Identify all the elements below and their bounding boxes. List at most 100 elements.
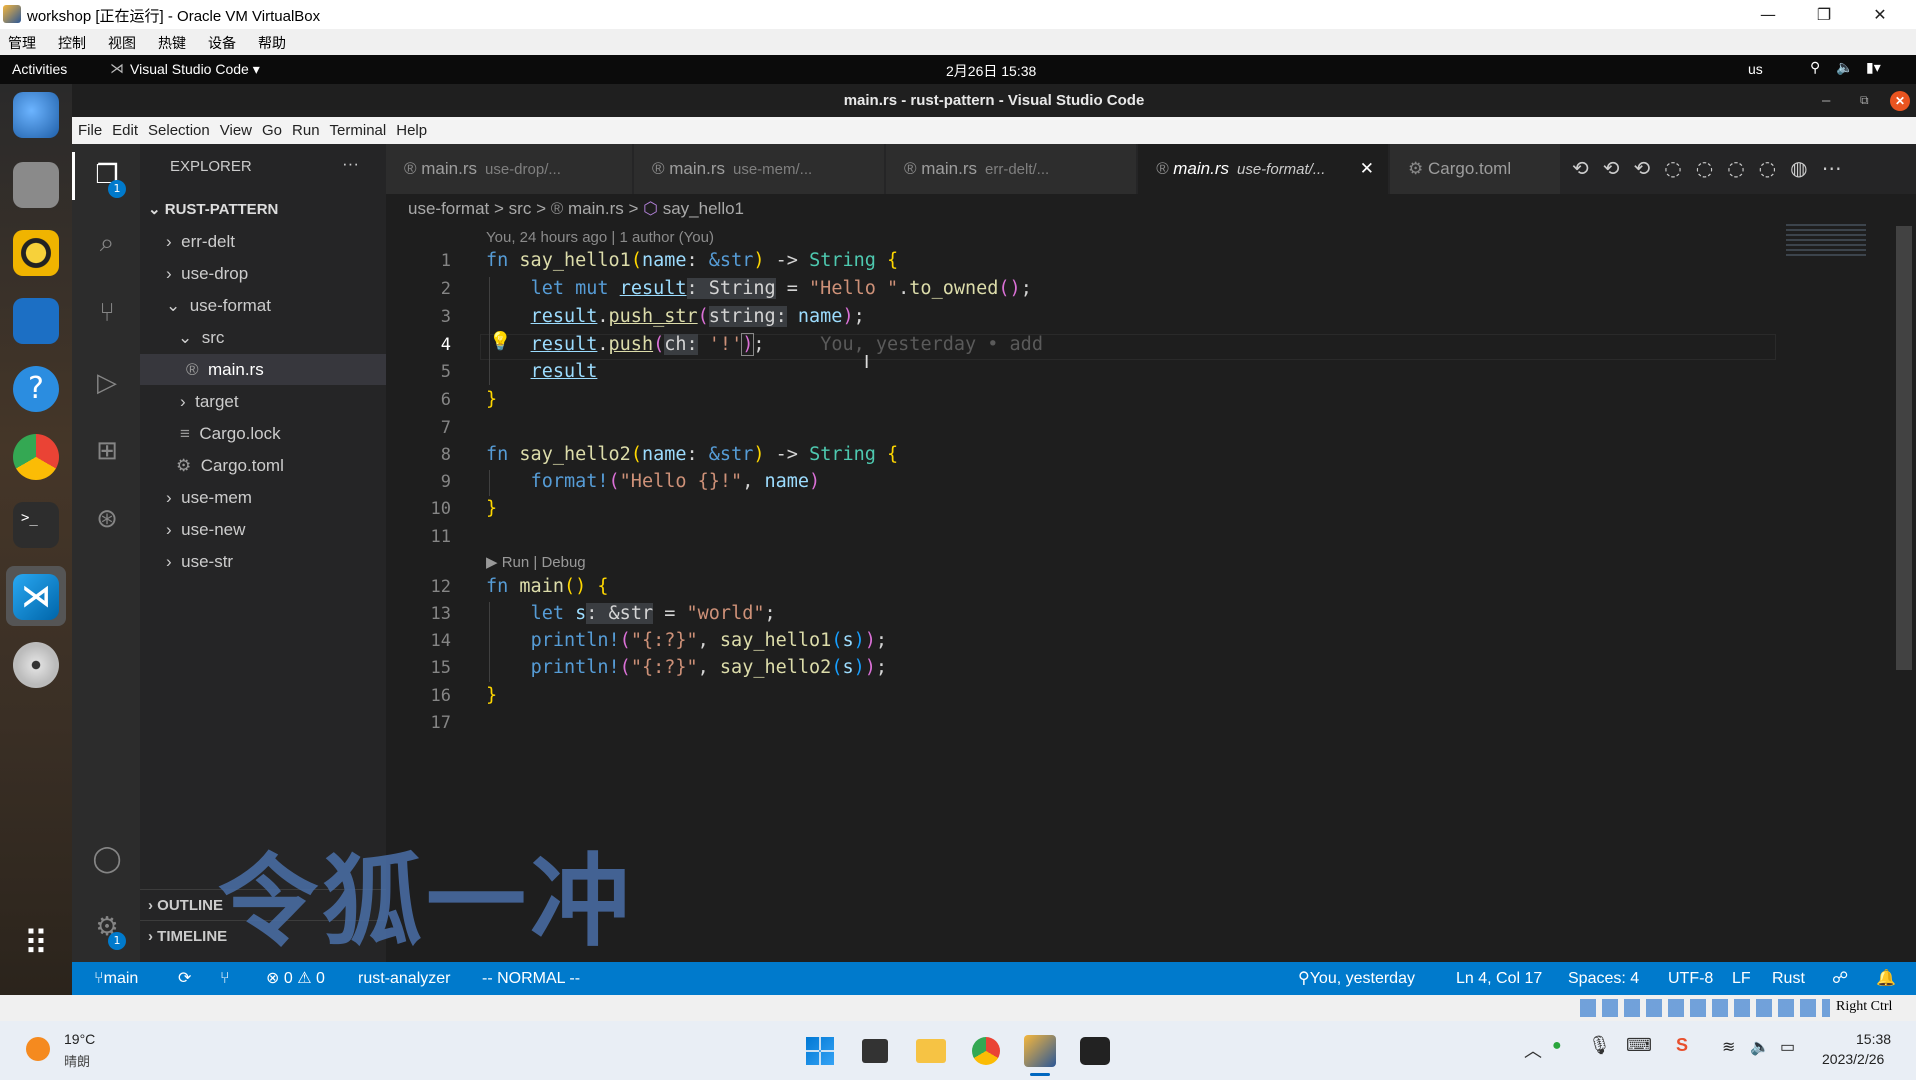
- vscode-icon[interactable]: ⋊: [13, 574, 59, 620]
- tab-cargo-toml[interactable]: ⚙ Cargo.toml: [1390, 144, 1560, 194]
- tree-item-cargo-toml[interactable]: ⚙ Cargo.toml: [140, 450, 386, 481]
- vs-maximize-icon[interactable]: ⧉: [1860, 84, 1869, 117]
- restore-button[interactable]: ❐: [1796, 0, 1852, 29]
- code-line-10[interactable]: }: [486, 498, 497, 519]
- account-icon[interactable]: ◯: [90, 842, 124, 876]
- help-icon[interactable]: ?: [13, 366, 59, 412]
- chrome-taskbar-icon[interactable]: [972, 1037, 1000, 1065]
- rust-analyzer-status[interactable]: rust-analyzer: [358, 962, 450, 995]
- language-mode[interactable]: Rust: [1772, 962, 1805, 995]
- tree-item-use-new[interactable]: › use-new: [140, 514, 386, 545]
- code-line-6[interactable]: }: [486, 389, 497, 410]
- extensions-icon[interactable]: ⊞: [90, 434, 124, 468]
- ime-icon[interactable]: ⌨: [1626, 1035, 1652, 1056]
- git-graph-icon[interactable]: ⊛: [90, 502, 124, 536]
- wechat-tray-icon[interactable]: ●: [1552, 1037, 1562, 1055]
- menu-control[interactable]: 控制: [58, 29, 86, 53]
- tab-close-icon[interactable]: ✕: [1360, 144, 1374, 194]
- tree-item-cargo-lock[interactable]: ≡ Cargo.lock: [140, 418, 386, 449]
- tree-item-use-drop[interactable]: › use-drop: [140, 258, 386, 289]
- menu-edit[interactable]: Edit: [112, 117, 138, 144]
- encoding[interactable]: UTF-8: [1668, 962, 1713, 995]
- close-window-button[interactable]: ✕: [1852, 0, 1908, 29]
- run-debug-codelens[interactable]: ▶ Run | Debug: [486, 553, 586, 571]
- weather-sun-icon[interactable]: [26, 1037, 50, 1061]
- minimap[interactable]: [1786, 224, 1866, 258]
- menu-help[interactable]: Help: [396, 117, 427, 144]
- indentation[interactable]: Spaces: 4: [1568, 962, 1639, 995]
- weather-desc[interactable]: 晴朗: [64, 1051, 90, 1070]
- code-line-13[interactable]: let s: &str = "world";: [486, 603, 776, 624]
- menu-run[interactable]: Run: [292, 117, 320, 144]
- tree-item-use-mem[interactable]: › use-mem: [140, 482, 386, 513]
- taskbar-time[interactable]: 15:38: [1856, 1031, 1891, 1047]
- menu-devices[interactable]: 设备: [208, 29, 236, 53]
- tab-use-drop[interactable]: ® main.rs use-drop/...: [386, 144, 632, 194]
- menu-terminal[interactable]: Terminal: [330, 117, 387, 144]
- git-blame-status[interactable]: ⚲ You, yesterday: [1298, 962, 1415, 995]
- obs-taskbar-icon[interactable]: [1080, 1037, 1110, 1065]
- tree-item-main-rs[interactable]: ® main.rs: [140, 354, 386, 385]
- menu-view[interactable]: 视图: [108, 29, 136, 53]
- vs-minimize-icon[interactable]: –: [1822, 84, 1830, 117]
- clock[interactable]: 2月26日 15:38: [946, 61, 1036, 81]
- code-line-5[interactable]: result: [486, 361, 598, 382]
- rhythmbox-icon[interactable]: [13, 230, 59, 276]
- writer-icon[interactable]: [13, 298, 59, 344]
- vs-close-icon[interactable]: ✕: [1890, 91, 1910, 111]
- disc-icon[interactable]: [13, 642, 59, 688]
- tab-err-delt[interactable]: ® main.rs err-delt/...: [886, 144, 1136, 194]
- line-ending[interactable]: LF: [1732, 962, 1751, 995]
- thunderbird-icon[interactable]: [13, 92, 59, 138]
- keyboard-layout[interactable]: us: [1748, 61, 1763, 77]
- search-icon[interactable]: ⌕: [90, 226, 124, 260]
- tree-item-src[interactable]: ⌄ src: [140, 322, 386, 353]
- speaker-icon[interactable]: 🔈: [1750, 1037, 1770, 1057]
- code-line-1[interactable]: fn say_hello1(name: &str) -> String {: [486, 250, 898, 271]
- code-line-3[interactable]: result.push_str(string: name);: [486, 306, 865, 327]
- feedback-icon[interactable]: ☍: [1832, 962, 1848, 995]
- menu-help[interactable]: 帮助: [258, 29, 286, 53]
- vbox-device-icons[interactable]: [1580, 999, 1830, 1017]
- battery-icon[interactable]: ▮▾: [1866, 59, 1881, 76]
- git-graph-status-icon[interactable]: ⑂: [220, 962, 230, 995]
- tree-item-target[interactable]: › target: [140, 386, 386, 417]
- tree-item-err-delt[interactable]: › err-delt: [140, 226, 386, 257]
- source-control-icon[interactable]: ⑂: [90, 296, 124, 330]
- tab-use-mem[interactable]: ® main.rs use-mem/...: [634, 144, 884, 194]
- tab-use-format[interactable]: ® main.rs use-format/... ✕: [1138, 144, 1388, 194]
- sogou-icon[interactable]: S: [1676, 1035, 1688, 1056]
- menu-go[interactable]: Go: [262, 117, 282, 144]
- cursor-position[interactable]: Ln 4, Col 17: [1456, 962, 1542, 995]
- volume-icon[interactable]: 🔈: [1836, 59, 1853, 76]
- wifi-icon[interactable]: ≋: [1722, 1037, 1735, 1057]
- code-line-4[interactable]: result.push(ch: '!'); You, yesterday • a…: [486, 333, 1043, 356]
- code-line-8[interactable]: fn say_hello2(name: &str) -> String {: [486, 444, 898, 465]
- code-line-15[interactable]: println!("{:?}", say_hello2(s));: [486, 657, 887, 678]
- menu-selection[interactable]: Selection: [148, 117, 210, 144]
- menu-view[interactable]: View: [220, 117, 252, 144]
- sync-icon[interactable]: ⟳: [178, 962, 191, 995]
- minimize-button[interactable]: —: [1740, 0, 1796, 29]
- workspace-root[interactable]: ⌄ RUST-PATTERN: [140, 194, 386, 225]
- editor-actions-toolbar[interactable]: ⟲⟲⟲◌◌◌◌◍⋯: [1572, 156, 1856, 180]
- notifications-bell-icon[interactable]: 🔔: [1876, 962, 1896, 995]
- run-debug-icon[interactable]: ▷: [90, 366, 124, 400]
- network-icon[interactable]: ⚲: [1810, 59, 1820, 76]
- show-hidden-icons[interactable]: ︿: [1524, 1037, 1542, 1063]
- code-line-14[interactable]: println!("{:?}", say_hello1(s));: [486, 630, 887, 651]
- code-line-16[interactable]: }: [486, 685, 497, 706]
- code-line-9[interactable]: format!("Hello {}!", name): [486, 471, 821, 492]
- virtualbox-taskbar-icon[interactable]: [1024, 1035, 1056, 1067]
- battery-tray-icon[interactable]: ▭: [1780, 1037, 1795, 1057]
- file-explorer-icon[interactable]: [916, 1039, 946, 1063]
- terminal-icon[interactable]: >_: [13, 502, 59, 548]
- files-icon[interactable]: [13, 162, 59, 208]
- weather-temp[interactable]: 19°C: [64, 1031, 95, 1047]
- task-view-icon[interactable]: [862, 1039, 888, 1063]
- microphone-icon[interactable]: 🎙: [1588, 1035, 1611, 1056]
- menu-manage[interactable]: 管理: [8, 29, 36, 53]
- menu-file[interactable]: File: [78, 117, 102, 144]
- show-apps-icon[interactable]: ⠿: [13, 922, 59, 968]
- problems-indicator[interactable]: ⊗ 0 ⚠ 0: [266, 962, 325, 995]
